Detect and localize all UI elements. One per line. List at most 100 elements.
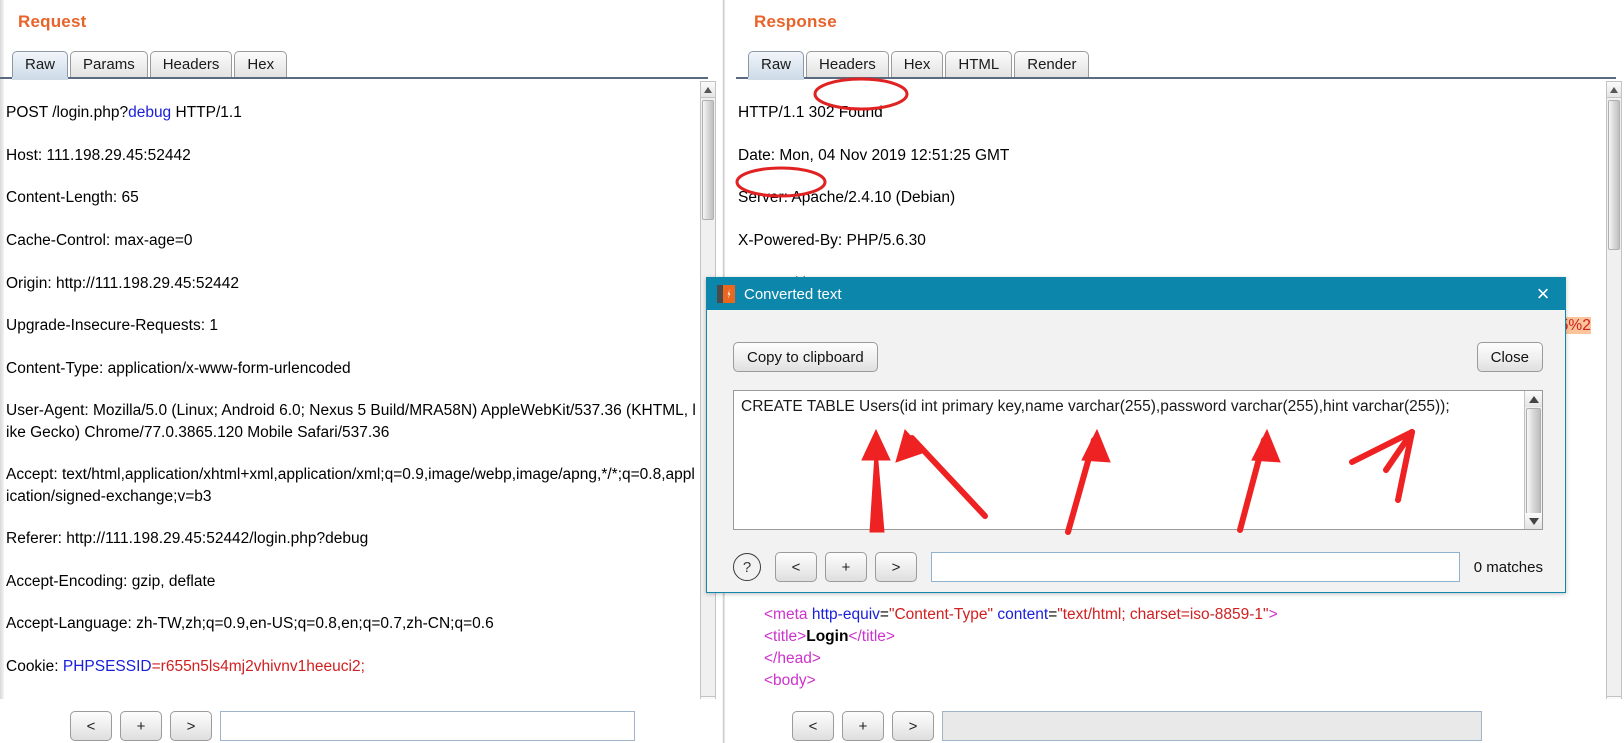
title-text: Login [806, 628, 849, 645]
tab-response-hex-label: Hex [903, 56, 931, 73]
title-tag-open: <title> [764, 628, 807, 645]
tab-request-raw[interactable]: Raw [12, 51, 69, 80]
tab-request-headers-label: Headers [162, 56, 220, 73]
request-line-referer: Referer: http://111.198.29.45:52442/logi… [6, 530, 369, 548]
request-cookie-phpsessid-key: PHPSESSID [62, 658, 152, 676]
meta-content-value: "text/html; charset=iso-8859-1" [1057, 606, 1269, 623]
help-icon[interactable]: ? [733, 553, 761, 581]
request-line-user-agent: User-Agent: Mozilla/5.0 (Linux; Android … [6, 402, 696, 441]
meta-http-equiv-attr: http-equiv [811, 606, 880, 623]
tab-response-html-label: HTML [958, 56, 1000, 73]
meta-tag-close: > [1268, 606, 1278, 623]
dialog-search-bar: ? < + > 0 matches [733, 546, 1543, 588]
scroll-up-arrow-icon[interactable] [1607, 82, 1621, 98]
request-cookie-label: Cookie: [6, 658, 63, 676]
body-open-tag: <body> [764, 672, 816, 689]
meta-http-equiv-value: "Content-Type" [888, 606, 994, 623]
dialog-body: Copy to clipboard Close CREATE TABLE Use… [707, 310, 1565, 592]
response-line-status: HTTP/1.1 302 Found [738, 104, 883, 122]
request-cookie-phpsessid-value: =r655n5ls4mj2vhivnv1heeuci2; [151, 658, 365, 676]
dialog-search-input[interactable] [931, 552, 1460, 582]
scroll-down-arrow-icon[interactable] [1525, 513, 1542, 529]
request-line-accept-language: Accept-Language: zh-TW,zh;q=0.9,en-US;q=… [6, 615, 494, 633]
response-vertical-scrollbar[interactable] [1606, 81, 1622, 713]
response-line-powered-by: X-Powered-By: PHP/5.6.30 [738, 232, 926, 250]
request-raw-text[interactable]: POST /login.php?debug HTTP/1.1 Host: 111… [6, 81, 698, 695]
meta-tag-open: <meta [764, 606, 812, 623]
dialog-match-count: 0 matches [1473, 558, 1543, 576]
request-line-request: POST /login.php?debug HTTP/1.1 [6, 102, 698, 123]
request-line-content-length: Content-Length: 65 [6, 189, 139, 207]
scrollbar-thumb[interactable] [702, 100, 714, 220]
response-search-add-button[interactable]: + [842, 711, 884, 741]
meta-eq-1: = [879, 606, 889, 623]
tab-request-headers[interactable]: Headers [149, 51, 233, 78]
request-tabs[interactable]: Raw Params Headers Hex [12, 46, 289, 80]
burp-suite-icon [717, 285, 735, 303]
dialog-search-prev-button[interactable]: < [775, 552, 817, 582]
request-search-input[interactable] [220, 711, 635, 741]
dialog-search-add-button[interactable]: + [825, 552, 867, 582]
dialog-titlebar[interactable]: Converted text × [707, 278, 1565, 310]
tab-response-render-label: Render [1027, 56, 1077, 73]
tab-response-raw[interactable]: Raw [748, 51, 805, 80]
request-method-path: POST /login.php? [6, 104, 129, 122]
response-search-input[interactable] [942, 711, 1482, 741]
window-left-edge [0, 0, 4, 743]
scroll-up-arrow-icon[interactable] [1525, 391, 1542, 407]
request-http-version: HTTP/1.1 [171, 104, 242, 122]
copy-to-clipboard-button[interactable]: Copy to clipboard [733, 342, 878, 372]
response-search-strip: < + > [730, 699, 1624, 743]
request-line-origin: Origin: http://111.198.29.45:52442 [6, 274, 239, 292]
tab-request-params[interactable]: Params [70, 51, 148, 78]
request-line-cookie: Cookie: PHPSESSID=r655n5ls4mj2vhivnv1hee… [6, 656, 698, 677]
tab-response-html[interactable]: HTML [945, 51, 1013, 78]
tab-response-headers[interactable]: Headers [806, 51, 889, 78]
response-line-server: Server: Apache/2.4.10 (Debian) [738, 189, 956, 207]
response-html-fragment: <meta http-equiv="Content-Type" content=… [764, 604, 1278, 692]
response-line-date: Date: Mon, 04 Nov 2019 12:51:25 GMT [738, 146, 1010, 164]
scrollbar-thumb[interactable] [1526, 408, 1541, 514]
close-button[interactable]: Close [1476, 342, 1543, 372]
request-search-strip: < + > [0, 699, 716, 743]
response-search-prev-button[interactable]: < [792, 711, 834, 741]
converted-text-dialog: Converted text × Copy to clipboard Close… [706, 277, 1566, 593]
tab-response-render[interactable]: Render [1014, 51, 1090, 78]
title-tag-close: </title> [848, 628, 895, 645]
meta-content-attr: content [993, 606, 1049, 623]
request-search-next-button[interactable]: > [170, 711, 212, 741]
tab-request-params-label: Params [83, 56, 135, 73]
tab-request-hex[interactable]: Hex [234, 51, 288, 78]
meta-eq-2: = [1048, 606, 1058, 623]
dialog-title: Converted text [744, 285, 842, 303]
converted-text-content: CREATE TABLE Users(id int primary key,na… [741, 398, 1450, 415]
request-search-prev-button[interactable]: < [70, 711, 112, 741]
response-tabs[interactable]: Raw Headers Hex HTML Render [748, 46, 1091, 80]
tab-request-hex-label: Hex [247, 56, 275, 73]
request-line-upgrade-insecure: Upgrade-Insecure-Requests: 1 [6, 317, 218, 335]
dialog-search-next-button[interactable]: > [875, 552, 917, 582]
request-line-host: Host: 111.198.29.45:52442 [6, 146, 191, 164]
response-html-line-meta: <meta http-equiv="Content-Type" content=… [764, 604, 1278, 626]
request-line-accept-encoding: Accept-Encoding: gzip, deflate [6, 572, 216, 590]
close-icon[interactable]: × [1531, 282, 1555, 306]
head-close-tag: </head> [764, 650, 821, 667]
tab-response-raw-label: Raw [761, 56, 792, 73]
scrollbar-thumb[interactable] [1608, 100, 1620, 250]
response-html-line-head-close: </head> [764, 648, 1278, 670]
scroll-up-arrow-icon[interactable] [701, 82, 715, 98]
request-search-add-button[interactable]: + [120, 711, 162, 741]
dialog-vertical-scrollbar[interactable] [1524, 391, 1542, 529]
request-line-accept: Accept: text/html,application/xhtml+xml,… [6, 466, 695, 505]
tab-response-headers-label: Headers [819, 56, 876, 73]
tab-response-hex[interactable]: Hex [890, 51, 944, 78]
response-search-next-button[interactable]: > [892, 711, 934, 741]
request-tab-underline [0, 77, 708, 79]
request-line-content-type: Content-Type: application/x-www-form-url… [6, 359, 351, 377]
request-panel: Request Raw Params Headers Hex POST /log… [0, 0, 716, 743]
response-tab-underline [736, 77, 1616, 79]
converted-text-area[interactable]: CREATE TABLE Users(id int primary key,na… [733, 390, 1543, 530]
request-query-debug: debug [128, 104, 172, 122]
response-panel-title: Response [754, 12, 837, 31]
request-panel-title: Request [18, 12, 87, 31]
